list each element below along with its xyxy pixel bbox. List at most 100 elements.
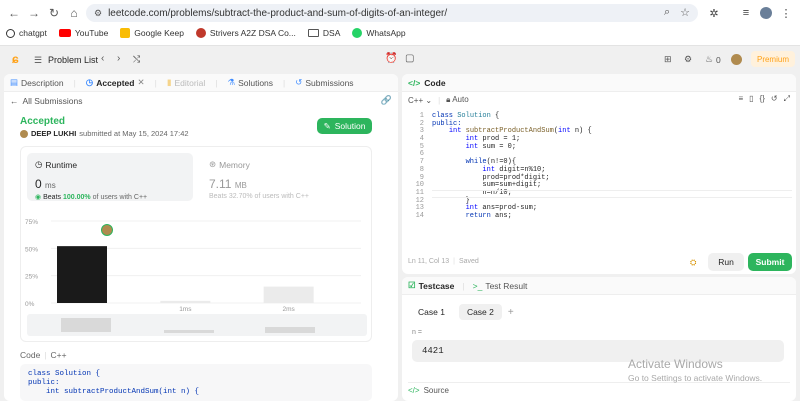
close-icon[interactable]: ✕ — [137, 77, 144, 88]
auto-mode[interactable]: 🔒︎ Auto — [446, 95, 469, 105]
editor-title: Code — [424, 77, 446, 88]
forward-icon[interactable]: → — [26, 5, 42, 21]
streak-count: 0 — [716, 55, 721, 65]
shuffle-icon[interactable]: ⤭ — [133, 54, 140, 65]
premium-label: Premium — [756, 54, 789, 64]
preview-line: int subtractProductAndSum(int n) { — [28, 388, 200, 396]
streak-icon[interactable]: ♨ — [705, 54, 713, 65]
memory-card[interactable]: ⊛ Memory 7.11 MB Beats 32.70% of users wi… — [201, 153, 367, 201]
clock-icon: ◷ — [85, 77, 94, 87]
editorial-icon: ▮ — [166, 77, 172, 87]
chart-bar[interactable] — [57, 246, 107, 303]
runtime-card[interactable]: ◷ Runtime 0 ms ◉ Beats 100.00% of users w… — [27, 153, 193, 201]
all-submissions-link[interactable]: ← All Submissions — [10, 96, 83, 106]
chart-scroller[interactable] — [27, 314, 367, 336]
bookmark-keep[interactable]: Google Keep — [120, 28, 184, 38]
case-tabs: Case 1 Case 2 + — [410, 304, 514, 320]
run-button[interactable]: Run — [708, 253, 744, 271]
runtime-unit: ms — [45, 181, 56, 190]
y-tick-label: 0% — [25, 301, 35, 308]
source-header[interactable]: </> Source — [408, 382, 790, 395]
code-line: int sum = 0; — [465, 142, 517, 151]
bookmark-star-icon[interactable]: ☆ — [680, 6, 690, 19]
url-text: leetcode.com/problems/subtract-the-produ… — [108, 7, 448, 19]
tab-accepted[interactable]: ◷ Accepted ✕ — [86, 77, 145, 88]
watermark-title: Activate Windows — [628, 357, 723, 371]
code-line: class Solution { — [432, 112, 500, 120]
bookmark-strivers[interactable]: Strivers A2Z DSA Co... — [195, 28, 296, 38]
user-avatar[interactable] — [731, 54, 742, 65]
editor-panel: </> Code C++ ⌄ | 🔒︎ Auto ≡ ▯ {} ↺ ⤢ 1234… — [402, 74, 796, 274]
chart-bar[interactable] — [263, 286, 314, 303]
code-lang: C++ — [50, 350, 67, 360]
timer-icon[interactable]: ⏰ — [385, 53, 397, 64]
chart-bar[interactable] — [160, 300, 211, 303]
terminal-icon: >_ — [472, 280, 483, 291]
home-icon[interactable]: ⌂ — [66, 5, 82, 21]
site-info-icon[interactable]: ⚙ — [94, 8, 102, 19]
upload-icon[interactable]: ⛭ — [690, 258, 696, 268]
braces-icon[interactable]: {} — [760, 94, 765, 104]
line-numbers: 1 2 3 4 5 6 7 8 9 10 11 12 13 14 — [412, 112, 424, 221]
layout-icon[interactable]: ⊞ — [664, 54, 672, 65]
premium-button[interactable]: Premium — [751, 51, 795, 67]
share-link-icon[interactable]: 🔗 — [381, 95, 392, 106]
y-tick-label: 25% — [25, 274, 38, 281]
chatgpt-icon — [6, 28, 15, 38]
cursor-position: Ln 11, Col 13 — [408, 258, 450, 265]
preview-line: class Solution { — [28, 370, 101, 378]
settings-icon[interactable]: ⚙ — [684, 54, 692, 65]
code-editor[interactable]: 1 2 3 4 5 6 7 8 9 10 11 12 13 14 class Solution {publ… — [402, 110, 796, 250]
tab-solutions[interactable]: ⚗ Solutions — [227, 77, 273, 88]
folder-icon — [307, 29, 319, 37]
bookmark-youtube[interactable]: YouTube — [58, 28, 108, 38]
reload-icon[interactable]: ↻ — [46, 5, 62, 21]
tab-description[interactable]: ▤ Description — [10, 77, 64, 88]
submit-button[interactable]: Submit — [748, 253, 792, 271]
preview-line: public: — [28, 379, 60, 387]
zoom-icon[interactable]: ⌕ — [664, 6, 670, 19]
scroller-mini-2 — [265, 327, 315, 333]
language-select[interactable]: C++ ⌄ — [408, 96, 432, 105]
leetcode-topbar: ɕ ☰ Problem List ‹ › ⤭ ⏰ ▢ ⊞ ⚙ ♨ 0 Premi… — [0, 47, 800, 73]
tab-editorial[interactable]: ▮ Editorial — [167, 77, 205, 88]
memory-beats: Beats 32.70% of users with C++ — [209, 193, 309, 200]
solution-button[interactable]: ✎ Solution — [317, 118, 372, 134]
extensions-icon[interactable]: ✲ — [706, 5, 722, 21]
prev-problem-icon[interactable]: ‹ — [101, 53, 104, 64]
bookmark-chatgpt[interactable]: chatgpt — [6, 28, 47, 38]
add-case-icon[interactable]: + — [508, 307, 514, 318]
var-label: n = — [412, 329, 422, 336]
left-tabs: ▤ Description | ◷ Accepted ✕ | ▮ Editorial |… — [4, 74, 398, 92]
runtime-value: 0 — [35, 177, 42, 191]
keep-icon — [120, 28, 131, 38]
leetcode-logo-icon[interactable]: ɕ — [12, 53, 22, 65]
problem-list-icon: ☰ — [34, 55, 43, 65]
address-bar[interactable]: ⚙ leetcode.com/problems/subtract-the-pro… — [86, 4, 698, 22]
tab-submissions[interactable]: ↺ Submissions — [295, 77, 353, 88]
case-1-tab[interactable]: Case 1 — [410, 304, 453, 320]
back-icon[interactable]: ← — [6, 5, 22, 21]
timer-icon: ◷ — [35, 159, 43, 169]
menu-icon[interactable]: ⋮ — [778, 5, 794, 21]
status-accepted: Accepted — [20, 116, 66, 127]
editor-header: </> Code — [402, 74, 796, 92]
bookmark-whatsapp[interactable]: WhatsApp — [352, 28, 406, 38]
tab-testcase[interactable]: ☑ Testcase — [408, 280, 454, 291]
case-2-tab[interactable]: Case 2 — [458, 304, 502, 320]
user-name[interactable]: DEEP LUKHI — [31, 129, 76, 138]
media-icon[interactable]: ≡ — [738, 5, 754, 21]
format-icon[interactable]: ≡ — [738, 94, 743, 104]
description-icon: ▤ — [10, 77, 19, 87]
problem-list-link[interactable]: Problem List — [48, 55, 98, 65]
reset-icon[interactable]: ↺ — [771, 94, 778, 104]
next-problem-icon[interactable]: › — [117, 53, 120, 64]
bookmark-dsa[interactable]: DSA — [307, 28, 340, 38]
arrow-left-icon: ← — [10, 96, 19, 106]
bookmark-icon[interactable]: ▯ — [749, 94, 753, 104]
tab-test-result[interactable]: >_ Test Result — [473, 281, 528, 291]
chevron-down-icon: ⌄ — [425, 95, 433, 105]
notes-icon[interactable]: ▢ — [405, 53, 414, 64]
profile-avatar[interactable] — [758, 5, 774, 21]
expand-icon[interactable]: ⤢ — [784, 94, 790, 104]
